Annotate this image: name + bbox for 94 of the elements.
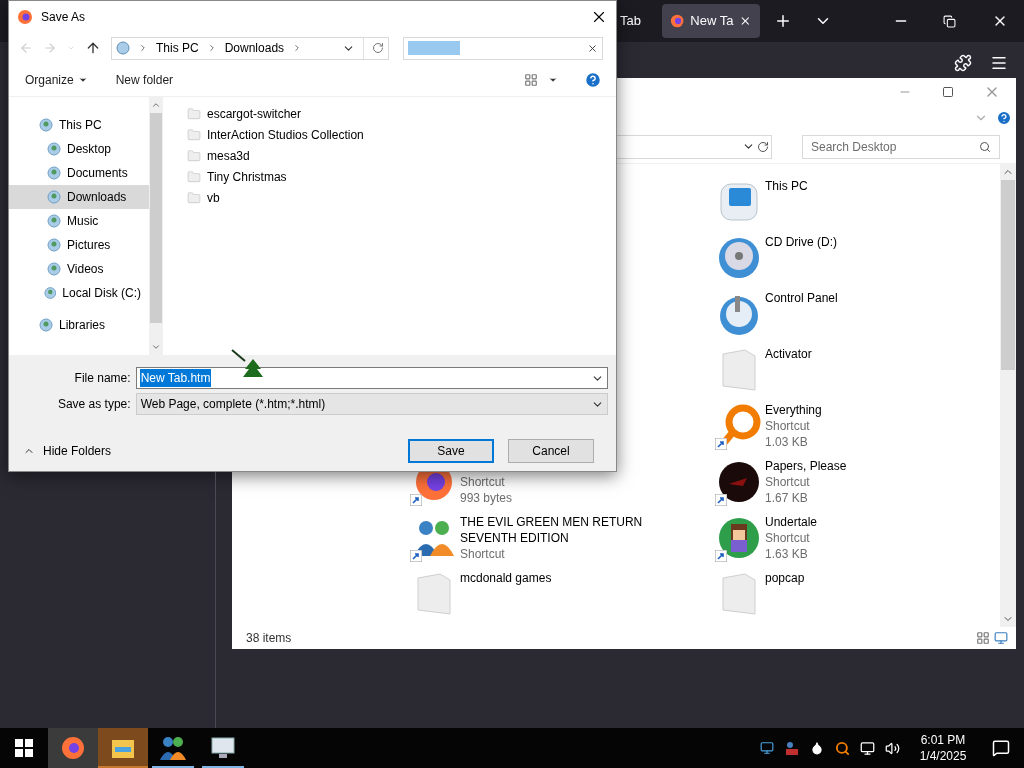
item-detail: 993 bytes bbox=[460, 490, 514, 506]
item-name[interactable]: Everything bbox=[765, 402, 955, 418]
browser-tab[interactable]: New Ta bbox=[662, 4, 760, 38]
field-label: Save as type: bbox=[56, 396, 132, 413]
help-icon[interactable] bbox=[996, 110, 1012, 126]
scroll-up-icon[interactable] bbox=[151, 100, 161, 110]
browser-logo-icon bbox=[61, 736, 85, 760]
restore-icon[interactable] bbox=[943, 14, 956, 28]
item-detail: Shortcut bbox=[460, 474, 506, 490]
nav-item[interactable]: Pictures bbox=[9, 233, 149, 257]
scrollbar[interactable] bbox=[149, 97, 163, 355]
folder-icon bbox=[111, 737, 135, 759]
search-field[interactable]: Search Desktop bbox=[802, 134, 1000, 159]
location-icon bbox=[39, 318, 53, 332]
nav-item[interactable]: Documents bbox=[9, 161, 149, 185]
clear-icon[interactable] bbox=[587, 42, 598, 54]
menu-icon[interactable] bbox=[990, 54, 1008, 72]
browser-logo-icon bbox=[17, 9, 33, 25]
filename-field[interactable]: New Tab.htm bbox=[135, 367, 608, 389]
close-tab-icon[interactable] bbox=[739, 14, 752, 28]
separator-icon bbox=[138, 43, 148, 53]
folder-icon bbox=[187, 190, 201, 205]
item-detail: Shortcut bbox=[765, 474, 811, 490]
folder-icon bbox=[187, 106, 201, 121]
dialog-button[interactable]: Cancel bbox=[508, 439, 594, 463]
nav-item[interactable]: This PC bbox=[9, 113, 149, 137]
nav-item[interactable]: Videos bbox=[9, 257, 149, 281]
location-icon bbox=[47, 214, 61, 228]
maximize-icon[interactable] bbox=[942, 86, 954, 98]
nav-item[interactable]: Desktop bbox=[9, 137, 149, 161]
nav-item[interactable]: Music bbox=[9, 209, 149, 233]
folder-item[interactable]: escargot-switcher bbox=[187, 103, 616, 124]
up-icon[interactable] bbox=[85, 40, 101, 56]
monitor-icon bbox=[211, 737, 235, 759]
address-bar[interactable]: This PC Downloads bbox=[111, 36, 389, 60]
item-name[interactable]: Activator bbox=[765, 346, 955, 362]
refresh-icon[interactable] bbox=[372, 42, 384, 54]
organize-button[interactable]: Organize bbox=[19, 68, 94, 91]
new-folder-button[interactable]: New folder bbox=[107, 68, 182, 91]
location-icon bbox=[47, 262, 61, 276]
dialog-title: Save As bbox=[41, 9, 86, 26]
dialog-button[interactable]: Save bbox=[408, 439, 494, 463]
new-tab-icon[interactable] bbox=[774, 12, 792, 30]
folder-icon bbox=[187, 169, 201, 184]
breadcrumb-item[interactable]: Downloads bbox=[224, 39, 285, 57]
folder-item[interactable]: mesa3d bbox=[187, 145, 616, 166]
notifications-icon[interactable] bbox=[992, 739, 1010, 757]
field-label: File name: bbox=[73, 370, 132, 387]
location-icon bbox=[47, 142, 61, 156]
hide-folders-button[interactable]: Hide Folders bbox=[17, 442, 112, 460]
item-detail: 1.03 KB bbox=[765, 434, 809, 450]
item-detail: Shortcut bbox=[460, 546, 506, 562]
breadcrumb-item[interactable]: This PC bbox=[156, 39, 199, 57]
item-detail: Shortcut bbox=[765, 418, 811, 434]
item-name[interactable]: THE EVIL GREEN MEN RETURN SEVENTH EDITION bbox=[460, 514, 650, 546]
folder-icon bbox=[187, 127, 201, 142]
selection-highlight bbox=[408, 41, 460, 55]
people-icon bbox=[160, 736, 186, 760]
location-icon bbox=[47, 166, 61, 180]
item-name[interactable]: mcdonald games bbox=[460, 570, 650, 586]
location-icon bbox=[47, 190, 61, 204]
refresh-icon[interactable] bbox=[757, 140, 769, 153]
item-name[interactable]: This PC bbox=[765, 178, 955, 194]
type-dropdown[interactable]: Web Page, complete (*.htm;*.html) bbox=[135, 393, 608, 415]
tiles-view-icon[interactable] bbox=[994, 631, 1008, 645]
item-name[interactable]: CD Drive (D:) bbox=[765, 234, 955, 250]
nav-item[interactable]: Local Disk (C:) bbox=[9, 281, 149, 305]
item-name[interactable]: Control Panel bbox=[765, 290, 955, 306]
start-icon[interactable] bbox=[15, 739, 33, 757]
clock[interactable]: 6:01 PM 1/4/2025 bbox=[908, 732, 978, 764]
item-detail: 1.63 KB bbox=[765, 546, 809, 562]
folder-icon bbox=[187, 148, 201, 163]
item-name[interactable]: popcap bbox=[765, 570, 955, 586]
view-icon[interactable] bbox=[524, 72, 538, 87]
folder-item[interactable]: InterAction Studios Collection bbox=[187, 124, 616, 145]
location-icon bbox=[43, 286, 57, 300]
search-icon[interactable] bbox=[979, 140, 991, 153]
item-detail: Shortcut bbox=[765, 530, 811, 546]
nav-item[interactable]: Libraries bbox=[9, 313, 149, 337]
browser-logo-icon bbox=[670, 13, 685, 29]
folder-item[interactable]: Tiny Christmas bbox=[187, 166, 616, 187]
item-name[interactable]: Undertale bbox=[765, 514, 955, 530]
status-text: 38 items bbox=[246, 630, 292, 647]
location-icon bbox=[39, 118, 53, 132]
scroll-down-icon[interactable] bbox=[151, 342, 161, 352]
folder-item[interactable]: vb bbox=[187, 187, 616, 208]
item-detail: 1.67 KB bbox=[765, 490, 809, 506]
search-field[interactable] bbox=[403, 36, 603, 60]
location-icon bbox=[47, 238, 61, 252]
extensions-icon[interactable] bbox=[954, 54, 972, 72]
nav-item[interactable]: Downloads bbox=[9, 185, 149, 209]
item-name[interactable]: Papers, Please bbox=[765, 458, 955, 474]
help-icon[interactable] bbox=[584, 70, 602, 89]
details-view-icon[interactable] bbox=[976, 631, 990, 645]
